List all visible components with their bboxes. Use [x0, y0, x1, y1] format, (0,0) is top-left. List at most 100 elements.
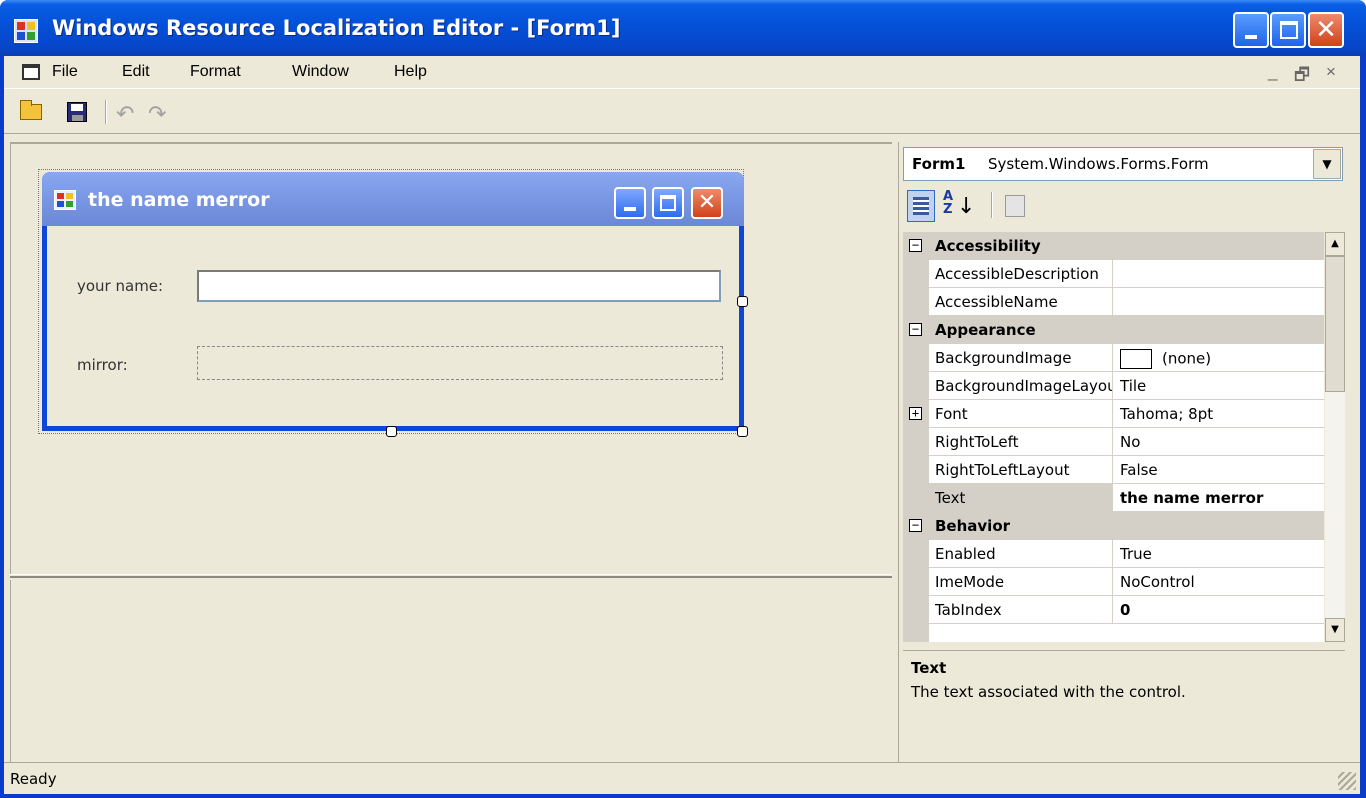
object-selector[interactable]: Form1 System.Windows.Forms.Form ▼: [903, 147, 1343, 181]
property-value[interactable]: the name merror: [1114, 484, 1324, 512]
property-value[interactable]: Tahoma; 8pt: [1114, 400, 1324, 428]
categorized-icon: [913, 197, 929, 215]
property-row[interactable]: BackgroundImage (none): [903, 344, 1324, 372]
maximize-button[interactable]: [1270, 12, 1306, 48]
property-name: Text: [929, 484, 1113, 512]
mirror-label[interactable]: mirror:: [77, 356, 128, 374]
property-row-partial[interactable]: [903, 624, 1324, 642]
property-row-selected[interactable]: Text the name merror: [903, 484, 1324, 512]
property-value-text: (none): [1162, 349, 1212, 368]
property-grid[interactable]: − Accessibility AccessibleDescription Ac…: [903, 232, 1324, 642]
document-icon[interactable]: [22, 64, 40, 80]
horizontal-splitter[interactable]: [10, 574, 892, 578]
property-row[interactable]: AccessibleDescription: [903, 260, 1324, 288]
expand-icon[interactable]: +: [909, 407, 922, 420]
client-area: File Edit Format Window Help _ 🗗 × ↶ ↷ t…: [4, 56, 1360, 794]
property-row[interactable]: Enabled True: [903, 540, 1324, 568]
mdi-close-button[interactable]: ×: [1326, 62, 1336, 82]
resize-handle-right[interactable]: [737, 296, 748, 307]
undo-button[interactable]: ↶: [116, 100, 142, 127]
property-value[interactable]: (none): [1114, 344, 1324, 372]
minimize-button[interactable]: [1233, 12, 1269, 48]
menu-edit[interactable]: Edit: [122, 63, 150, 81]
name-textbox[interactable]: [197, 270, 721, 302]
maximize-icon: [1280, 21, 1298, 39]
category-row[interactable]: − Accessibility: [903, 232, 1324, 260]
property-grid-scrollbar[interactable]: ▲ ▼: [1325, 232, 1345, 642]
menu-help[interactable]: Help: [394, 63, 427, 81]
property-value[interactable]: True: [1114, 540, 1324, 568]
form-close-button[interactable]: ✕: [691, 187, 723, 219]
property-value[interactable]: No: [1114, 428, 1324, 456]
description-title: Text: [911, 659, 947, 677]
property-name: RightToLeft: [929, 428, 1113, 456]
props-toolbar-separator: [991, 192, 993, 218]
property-value[interactable]: [1114, 288, 1324, 316]
menu-format[interactable]: Format: [190, 63, 241, 81]
category-row[interactable]: − Behavior: [903, 512, 1324, 540]
chevron-down-icon[interactable]: ▼: [1313, 149, 1341, 179]
title-bar[interactable]: Windows Resource Localization Editor - […: [0, 0, 1366, 56]
scroll-thumb[interactable]: [1325, 256, 1345, 392]
close-button[interactable]: ✕: [1308, 12, 1344, 48]
property-name: BackgroundImageLayout: [929, 372, 1113, 400]
collapse-icon[interactable]: −: [909, 519, 922, 532]
property-row[interactable]: RightToLeftLayout False: [903, 456, 1324, 484]
save-button[interactable]: [64, 100, 90, 124]
sort-az-icon: AZ: [943, 189, 954, 217]
description-pane: Text The text associated with the contro…: [903, 650, 1345, 760]
property-value[interactable]: [1114, 260, 1324, 288]
redo-button[interactable]: ↷: [148, 100, 174, 127]
minimize-icon: [1245, 35, 1257, 39]
property-row[interactable]: BackgroundImageLayout Tile: [903, 372, 1324, 400]
row-gutter: [903, 344, 929, 372]
property-value[interactable]: False: [1114, 456, 1324, 484]
property-name: AccessibleName: [929, 288, 1113, 316]
scroll-up-icon[interactable]: ▲: [1325, 232, 1345, 256]
mdi-minimize-button[interactable]: _: [1268, 62, 1277, 82]
form-title: the name merror: [88, 189, 270, 211]
form-title-bar[interactable]: the name merror ✕: [42, 172, 744, 226]
property-row[interactable]: + Font Tahoma; 8pt: [903, 400, 1324, 428]
property-row[interactable]: AccessibleName: [903, 288, 1324, 316]
property-value[interactable]: 0: [1114, 596, 1324, 624]
row-gutter: [903, 624, 929, 642]
menu-bar: File Edit Format Window Help _ 🗗 ×: [4, 56, 1360, 89]
property-name: RightToLeftLayout: [929, 456, 1113, 484]
property-name: Enabled: [929, 540, 1113, 568]
collapse-icon[interactable]: −: [909, 239, 922, 252]
property-value[interactable]: NoControl: [1114, 568, 1324, 596]
row-gutter: [903, 540, 929, 568]
form-maximize-button[interactable]: [652, 187, 684, 219]
status-bar: Ready: [4, 762, 1360, 794]
designed-form[interactable]: the name merror ✕ your name: mirror:: [42, 172, 744, 431]
collapse-icon[interactable]: −: [909, 323, 922, 336]
menu-window[interactable]: Window: [292, 63, 349, 81]
open-folder-icon: [20, 100, 42, 120]
categorized-button[interactable]: [907, 190, 935, 222]
open-button[interactable]: [18, 100, 44, 124]
category-row[interactable]: − Appearance: [903, 316, 1324, 344]
row-gutter: [903, 260, 929, 288]
property-pages-button[interactable]: [999, 190, 1027, 222]
close-icon: ✕: [697, 190, 717, 215]
category-label: Accessibility: [935, 237, 1041, 255]
properties-panel: Form1 System.Windows.Forms.Form ▼ AZ ↓ −…: [898, 142, 1360, 762]
form-minimize-button[interactable]: [614, 187, 646, 219]
alphabetical-button[interactable]: AZ ↓: [941, 189, 975, 222]
minimize-icon: [624, 207, 636, 211]
mdi-restore-button[interactable]: 🗗: [1294, 62, 1310, 91]
resize-grip-icon[interactable]: [1338, 772, 1356, 790]
property-row[interactable]: TabIndex 0: [903, 596, 1324, 624]
menu-file[interactable]: File: [52, 63, 78, 81]
scroll-down-icon[interactable]: ▼: [1325, 618, 1345, 642]
name-label[interactable]: your name:: [77, 277, 163, 295]
property-row[interactable]: RightToLeft No: [903, 428, 1324, 456]
save-icon: [67, 102, 87, 122]
row-gutter: [903, 484, 929, 512]
mirror-output-label[interactable]: [197, 346, 723, 380]
property-value[interactable]: Tile: [1114, 372, 1324, 400]
resize-handle-corner[interactable]: [737, 426, 748, 437]
resize-handle-bottom[interactable]: [386, 426, 397, 437]
property-row[interactable]: ImeMode NoControl: [903, 568, 1324, 596]
